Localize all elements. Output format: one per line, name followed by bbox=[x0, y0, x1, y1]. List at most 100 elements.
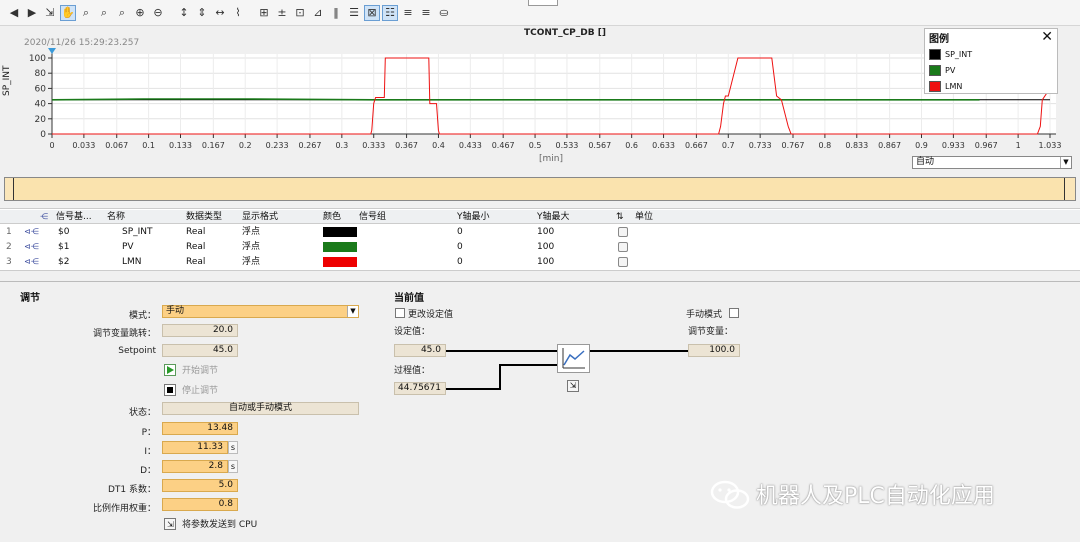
legend-title: 图例 bbox=[929, 34, 949, 45]
overview-range[interactable] bbox=[13, 178, 1065, 200]
trend-chart[interactable]: 2020/11/26 15:29:23.257 TCONT_CP_DB [] S… bbox=[0, 26, 1080, 172]
forward-icon[interactable]: ▶ bbox=[24, 5, 40, 21]
pointer-icon[interactable]: ⊠ bbox=[364, 4, 380, 21]
change-sp-checkbox[interactable] bbox=[395, 308, 405, 318]
chart-icon[interactable]: ⌇ bbox=[230, 5, 246, 21]
hand-icon[interactable]: ✋ bbox=[60, 4, 76, 21]
export-icon[interactable]: ⛀ bbox=[436, 5, 452, 21]
cursor-icon[interactable]: ⊡ bbox=[292, 5, 308, 21]
pin-icon[interactable]: ⇲ bbox=[42, 5, 58, 21]
mv-field[interactable]: 100.0 bbox=[688, 344, 740, 357]
autofit-checkbox[interactable] bbox=[618, 242, 628, 252]
chart-plot[interactable]: 0 20 40 60 80 100 0 0.033 0.067 0.1 0.133 0.167 0.2 0… bbox=[0, 26, 1080, 172]
signal-format[interactable]: 浮点 bbox=[242, 240, 260, 254]
fit-x-icon[interactable]: ↔ bbox=[212, 5, 228, 21]
legend-label: PV bbox=[945, 66, 956, 75]
time-mode-select[interactable]: 自动 ▼ bbox=[912, 156, 1072, 169]
table-row[interactable]: 1 ⊲⋲ $0 SP_INT Real 浮点 0 100 bbox=[0, 225, 1080, 239]
zoom-rect-icon[interactable]: ⌕ bbox=[78, 5, 94, 21]
i-field[interactable]: 11.33 bbox=[162, 441, 228, 454]
jump-label: 调节变量跳转： bbox=[92, 329, 156, 339]
back-icon[interactable]: ◀ bbox=[6, 5, 22, 21]
stop-tuning-button[interactable]: 停止调节 bbox=[164, 383, 218, 396]
p-field[interactable]: 13.48 bbox=[162, 422, 238, 435]
signal-ymin[interactable]: 0 bbox=[457, 240, 463, 254]
mode-select[interactable]: 手动 ▼ bbox=[162, 305, 359, 318]
legend-item: PV bbox=[929, 65, 955, 76]
row-number: 3 bbox=[6, 257, 12, 267]
autofit-checkbox[interactable] bbox=[618, 227, 628, 237]
legend-icon[interactable]: ☷ bbox=[382, 4, 398, 21]
close-icon[interactable]: ✕ bbox=[1041, 29, 1053, 45]
sp-field[interactable]: 45.0 bbox=[394, 344, 446, 357]
x-tick-label: 0.033 bbox=[72, 141, 95, 150]
send-to-cpu-button[interactable]: ⇲ 将参数发送到 CPU bbox=[164, 517, 257, 530]
align-left-icon[interactable]: ≡ bbox=[400, 5, 416, 21]
x-tick-label: 0.267 bbox=[299, 141, 322, 150]
pv-field: 44.75671 bbox=[394, 382, 446, 395]
signal-ymax[interactable]: 100 bbox=[537, 225, 554, 239]
fit-xy-icon[interactable]: ⇕ bbox=[194, 5, 210, 21]
x-tick-label: 0.9 bbox=[915, 141, 928, 150]
split-v-icon[interactable]: ‖ bbox=[328, 5, 344, 21]
fit-y-icon[interactable]: ↕ bbox=[176, 5, 192, 21]
col-name[interactable]: 名称 bbox=[107, 210, 125, 224]
manual-mode-label: 手动模式 bbox=[686, 310, 723, 320]
col-format[interactable]: 显示格式 bbox=[242, 210, 278, 224]
col-ymax[interactable]: Y轴最大 bbox=[537, 210, 570, 224]
toolbar: ◀ ▶ ⇲ ✋ ⌕ ⌕ ⌕ ⊕ ⊖ ↕ ⇕ ↔ ⌇ ⊞ ± ⊡ ⊿ ‖ ☰ ⊠ … bbox=[0, 0, 1080, 26]
signal-type-icon: ⊲⋲ bbox=[24, 227, 39, 236]
signal-dtype: Real bbox=[186, 257, 206, 267]
jump-field[interactable]: 20.0 bbox=[162, 324, 238, 337]
start-tuning-button[interactable]: 开始调节 bbox=[164, 363, 218, 376]
d-field[interactable]: 2.8 bbox=[162, 460, 228, 473]
measure-2-icon[interactable]: ± bbox=[274, 5, 290, 21]
zoom-out-icon[interactable]: ⊖ bbox=[150, 5, 166, 21]
y-tick-label: 20 bbox=[35, 115, 47, 125]
x-tick-label: 0.767 bbox=[782, 141, 805, 150]
chevron-down-icon[interactable]: ▼ bbox=[347, 306, 358, 317]
dt1-field[interactable]: 5.0 bbox=[162, 479, 238, 492]
y-tick-label: 0 bbox=[40, 130, 46, 140]
pv-label: 过程值： bbox=[394, 366, 431, 376]
pv-connector bbox=[446, 388, 500, 390]
signal-ymax[interactable]: 100 bbox=[537, 255, 554, 269]
signal-color-swatch[interactable] bbox=[323, 257, 357, 267]
chevron-down-icon[interactable]: ▼ bbox=[1060, 157, 1071, 168]
signal-ymin[interactable]: 0 bbox=[457, 225, 463, 239]
measure-icon[interactable]: ⊞ bbox=[256, 5, 272, 21]
zoom-in-icon[interactable]: ⊕ bbox=[132, 5, 148, 21]
col-ymin[interactable]: Y轴最小 bbox=[457, 210, 490, 224]
col-color[interactable]: 颜色 bbox=[323, 210, 341, 224]
table-row[interactable]: 2 ⊲⋲ $1 PV Real 浮点 0 100 bbox=[0, 240, 1080, 254]
split-h-icon[interactable]: ☰ bbox=[346, 5, 362, 21]
col-dtype[interactable]: 数据类型 bbox=[186, 210, 222, 224]
col-group[interactable]: 信号组 bbox=[359, 210, 386, 224]
col-unit[interactable]: 单位 bbox=[635, 210, 653, 224]
splitter-handle[interactable] bbox=[528, 0, 558, 6]
manual-mode-checkbox[interactable] bbox=[729, 308, 739, 318]
signal-color-swatch[interactable] bbox=[323, 227, 357, 237]
cursor-2-icon[interactable]: ⊿ bbox=[310, 5, 326, 21]
weight-field[interactable]: 0.8 bbox=[162, 498, 238, 511]
zoom-x-icon[interactable]: ⌕ bbox=[96, 5, 112, 21]
y-tick-label: 100 bbox=[29, 54, 46, 64]
zoom-y-icon[interactable]: ⌕ bbox=[114, 5, 130, 21]
col-sig-base[interactable]: 信号基... bbox=[56, 210, 92, 224]
signal-format[interactable]: 浮点 bbox=[242, 225, 260, 239]
x-tick-label: 0.8 bbox=[819, 141, 832, 150]
time-overview-bar[interactable] bbox=[4, 177, 1076, 201]
setpoint-field[interactable]: 45.0 bbox=[162, 344, 238, 357]
table-row[interactable]: 3 ⊲⋲ $2 LMN Real 浮点 0 100 bbox=[0, 255, 1080, 269]
signal-ymax[interactable]: 100 bbox=[537, 240, 554, 254]
align-right-icon[interactable]: ≡ bbox=[418, 5, 434, 21]
signal-color-swatch[interactable] bbox=[323, 242, 357, 252]
pv-connector-h bbox=[499, 364, 557, 366]
tuning-title: 调节 bbox=[20, 293, 40, 304]
signal-ymin[interactable]: 0 bbox=[457, 255, 463, 269]
stop-icon bbox=[164, 383, 176, 396]
autofit-checkbox[interactable] bbox=[618, 257, 628, 267]
pid-config-icon[interactable]: ⇲ bbox=[567, 380, 579, 392]
download-icon: ⇲ bbox=[164, 517, 176, 530]
signal-format[interactable]: 浮点 bbox=[242, 255, 260, 269]
